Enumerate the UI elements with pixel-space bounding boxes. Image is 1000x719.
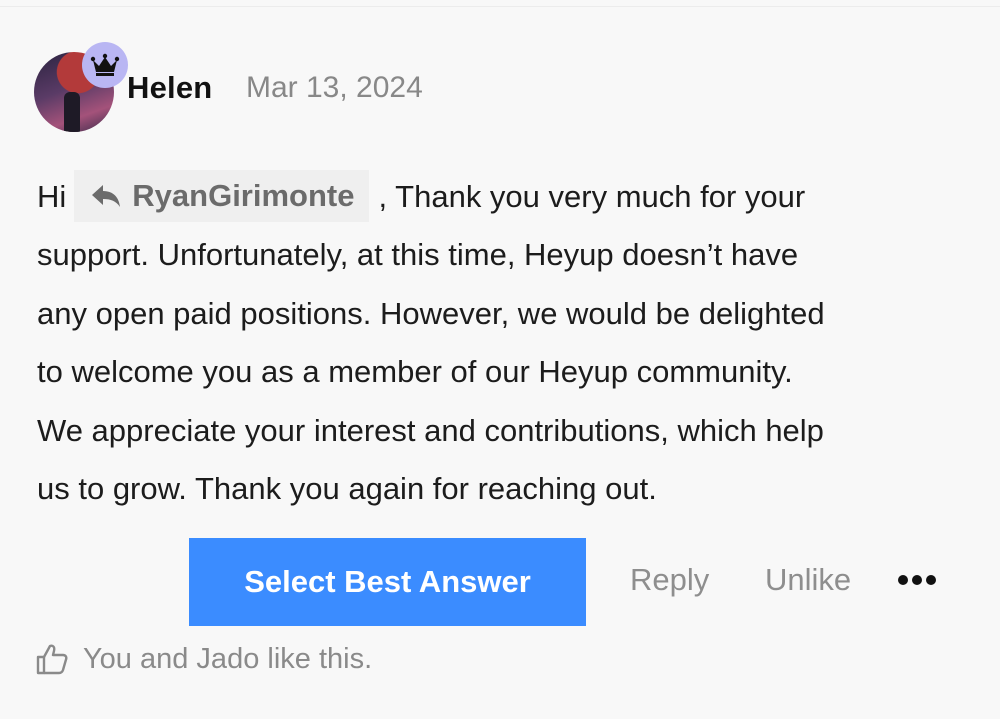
post-date: Mar 13, 2024 [246, 71, 423, 104]
reply-arrow-icon [92, 184, 121, 207]
likes-text[interactable]: You and Jado like this. [83, 643, 372, 676]
body-line-4: to welcome you as a member of our Heyup … [37, 354, 793, 390]
dot [898, 575, 908, 585]
likes-summary: You and Jado like this. [35, 642, 372, 676]
dot [926, 575, 936, 585]
crown-icon [90, 53, 120, 76]
body-line-3: any open paid positions. However, we wou… [37, 295, 825, 331]
body-line-2: support. Unfortunately, at this time, He… [37, 237, 799, 273]
select-best-answer-button[interactable]: Select Best Answer [189, 538, 586, 626]
post-body: Hi RyanGirimonte , Thank you very much for… [37, 168, 977, 518]
body-line-1: Hi RyanGirimonte , Thank you very much for… [37, 168, 977, 226]
greeting: Hi [37, 179, 67, 214]
body-line-6: us to grow. Thank you again for reaching… [37, 471, 657, 507]
dot [912, 575, 922, 585]
line1-rest: , Thank you very much for your [378, 179, 806, 214]
more-dots-icon[interactable] [898, 568, 942, 592]
body-line-5: We appreciate your interest and contribu… [37, 412, 824, 448]
reply-button[interactable]: Reply [630, 562, 709, 598]
author-name[interactable]: Helen [127, 70, 212, 106]
thumbs-up-icon[interactable] [35, 642, 69, 676]
author-avatar-group[interactable] [34, 42, 130, 132]
unlike-button[interactable]: Unlike [765, 562, 851, 598]
mention-name: RyanGirimonte [132, 177, 355, 213]
user-mention[interactable]: RyanGirimonte [74, 169, 369, 222]
avatar-figure [64, 92, 80, 132]
top-divider [0, 0, 1000, 7]
crown-badge [82, 42, 128, 88]
